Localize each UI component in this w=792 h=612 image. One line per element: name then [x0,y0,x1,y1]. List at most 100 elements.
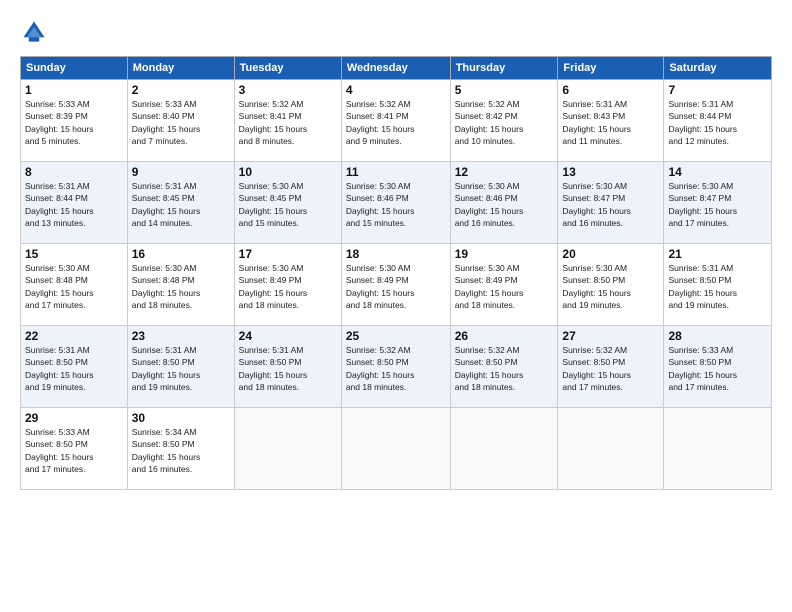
calendar-day-cell: 8Sunrise: 5:31 AM Sunset: 8:44 PM Daylig… [21,162,128,244]
day-info: Sunrise: 5:32 AM Sunset: 8:50 PM Dayligh… [562,344,659,393]
calendar-day-cell [341,408,450,490]
calendar-day-cell: 29Sunrise: 5:33 AM Sunset: 8:50 PM Dayli… [21,408,128,490]
day-info: Sunrise: 5:32 AM Sunset: 8:50 PM Dayligh… [455,344,554,393]
weekday-header: Monday [127,57,234,80]
day-number: 10 [239,165,337,179]
day-info: Sunrise: 5:32 AM Sunset: 8:50 PM Dayligh… [346,344,446,393]
day-number: 9 [132,165,230,179]
day-number: 19 [455,247,554,261]
header [20,18,772,46]
calendar-day-cell: 28Sunrise: 5:33 AM Sunset: 8:50 PM Dayli… [664,326,772,408]
calendar-day-cell: 13Sunrise: 5:30 AM Sunset: 8:47 PM Dayli… [558,162,664,244]
logo-icon [20,18,48,46]
day-number: 20 [562,247,659,261]
day-number: 4 [346,83,446,97]
calendar-day-cell [234,408,341,490]
day-number: 3 [239,83,337,97]
calendar-day-cell: 25Sunrise: 5:32 AM Sunset: 8:50 PM Dayli… [341,326,450,408]
calendar-day-cell: 26Sunrise: 5:32 AM Sunset: 8:50 PM Dayli… [450,326,558,408]
day-number: 18 [346,247,446,261]
day-number: 21 [668,247,767,261]
day-info: Sunrise: 5:31 AM Sunset: 8:50 PM Dayligh… [25,344,123,393]
day-info: Sunrise: 5:34 AM Sunset: 8:50 PM Dayligh… [132,426,230,475]
day-number: 8 [25,165,123,179]
calendar-day-cell: 30Sunrise: 5:34 AM Sunset: 8:50 PM Dayli… [127,408,234,490]
day-info: Sunrise: 5:33 AM Sunset: 8:50 PM Dayligh… [25,426,123,475]
calendar-day-cell: 20Sunrise: 5:30 AM Sunset: 8:50 PM Dayli… [558,244,664,326]
calendar-week-row: 29Sunrise: 5:33 AM Sunset: 8:50 PM Dayli… [21,408,772,490]
calendar-day-cell: 15Sunrise: 5:30 AM Sunset: 8:48 PM Dayli… [21,244,128,326]
day-number: 16 [132,247,230,261]
day-number: 11 [346,165,446,179]
day-info: Sunrise: 5:31 AM Sunset: 8:44 PM Dayligh… [668,98,767,147]
calendar-day-cell: 14Sunrise: 5:30 AM Sunset: 8:47 PM Dayli… [664,162,772,244]
day-number: 30 [132,411,230,425]
day-number: 7 [668,83,767,97]
day-number: 2 [132,83,230,97]
weekday-header: Tuesday [234,57,341,80]
day-info: Sunrise: 5:30 AM Sunset: 8:48 PM Dayligh… [25,262,123,311]
day-info: Sunrise: 5:30 AM Sunset: 8:49 PM Dayligh… [239,262,337,311]
day-number: 6 [562,83,659,97]
day-number: 24 [239,329,337,343]
weekday-header: Friday [558,57,664,80]
day-info: Sunrise: 5:30 AM Sunset: 8:47 PM Dayligh… [668,180,767,229]
day-number: 15 [25,247,123,261]
calendar-day-cell: 22Sunrise: 5:31 AM Sunset: 8:50 PM Dayli… [21,326,128,408]
calendar-day-cell [664,408,772,490]
logo [20,18,52,46]
calendar-day-cell: 17Sunrise: 5:30 AM Sunset: 8:49 PM Dayli… [234,244,341,326]
day-info: Sunrise: 5:32 AM Sunset: 8:41 PM Dayligh… [239,98,337,147]
weekday-header: Saturday [664,57,772,80]
calendar-day-cell: 7Sunrise: 5:31 AM Sunset: 8:44 PM Daylig… [664,80,772,162]
calendar-day-cell: 19Sunrise: 5:30 AM Sunset: 8:49 PM Dayli… [450,244,558,326]
day-info: Sunrise: 5:33 AM Sunset: 8:50 PM Dayligh… [668,344,767,393]
calendar-week-row: 22Sunrise: 5:31 AM Sunset: 8:50 PM Dayli… [21,326,772,408]
calendar-day-cell: 5Sunrise: 5:32 AM Sunset: 8:42 PM Daylig… [450,80,558,162]
calendar-day-cell: 3Sunrise: 5:32 AM Sunset: 8:41 PM Daylig… [234,80,341,162]
calendar-week-row: 15Sunrise: 5:30 AM Sunset: 8:48 PM Dayli… [21,244,772,326]
calendar-day-cell: 11Sunrise: 5:30 AM Sunset: 8:46 PM Dayli… [341,162,450,244]
day-number: 13 [562,165,659,179]
day-info: Sunrise: 5:30 AM Sunset: 8:49 PM Dayligh… [346,262,446,311]
day-info: Sunrise: 5:30 AM Sunset: 8:46 PM Dayligh… [346,180,446,229]
day-number: 27 [562,329,659,343]
day-number: 26 [455,329,554,343]
weekday-header: Wednesday [341,57,450,80]
day-info: Sunrise: 5:32 AM Sunset: 8:42 PM Dayligh… [455,98,554,147]
calendar-day-cell: 12Sunrise: 5:30 AM Sunset: 8:46 PM Dayli… [450,162,558,244]
calendar-day-cell: 27Sunrise: 5:32 AM Sunset: 8:50 PM Dayli… [558,326,664,408]
day-info: Sunrise: 5:33 AM Sunset: 8:39 PM Dayligh… [25,98,123,147]
weekday-header: Sunday [21,57,128,80]
day-info: Sunrise: 5:32 AM Sunset: 8:41 PM Dayligh… [346,98,446,147]
calendar-day-cell: 24Sunrise: 5:31 AM Sunset: 8:50 PM Dayli… [234,326,341,408]
day-info: Sunrise: 5:30 AM Sunset: 8:47 PM Dayligh… [562,180,659,229]
day-info: Sunrise: 5:31 AM Sunset: 8:50 PM Dayligh… [132,344,230,393]
day-number: 14 [668,165,767,179]
day-info: Sunrise: 5:31 AM Sunset: 8:44 PM Dayligh… [25,180,123,229]
day-info: Sunrise: 5:30 AM Sunset: 8:49 PM Dayligh… [455,262,554,311]
calendar-day-cell: 6Sunrise: 5:31 AM Sunset: 8:43 PM Daylig… [558,80,664,162]
day-info: Sunrise: 5:31 AM Sunset: 8:43 PM Dayligh… [562,98,659,147]
calendar-day-cell [558,408,664,490]
calendar-day-cell: 2Sunrise: 5:33 AM Sunset: 8:40 PM Daylig… [127,80,234,162]
day-number: 25 [346,329,446,343]
calendar-day-cell [450,408,558,490]
day-info: Sunrise: 5:30 AM Sunset: 8:50 PM Dayligh… [562,262,659,311]
page: SundayMondayTuesdayWednesdayThursdayFrid… [0,0,792,612]
day-number: 23 [132,329,230,343]
calendar-day-cell: 23Sunrise: 5:31 AM Sunset: 8:50 PM Dayli… [127,326,234,408]
day-info: Sunrise: 5:31 AM Sunset: 8:45 PM Dayligh… [132,180,230,229]
day-number: 29 [25,411,123,425]
day-info: Sunrise: 5:31 AM Sunset: 8:50 PM Dayligh… [668,262,767,311]
day-info: Sunrise: 5:33 AM Sunset: 8:40 PM Dayligh… [132,98,230,147]
day-number: 5 [455,83,554,97]
day-info: Sunrise: 5:30 AM Sunset: 8:48 PM Dayligh… [132,262,230,311]
day-number: 17 [239,247,337,261]
calendar-header-row: SundayMondayTuesdayWednesdayThursdayFrid… [21,57,772,80]
day-number: 22 [25,329,123,343]
calendar-table: SundayMondayTuesdayWednesdayThursdayFrid… [20,56,772,490]
day-info: Sunrise: 5:30 AM Sunset: 8:46 PM Dayligh… [455,180,554,229]
calendar-day-cell: 10Sunrise: 5:30 AM Sunset: 8:45 PM Dayli… [234,162,341,244]
day-number: 28 [668,329,767,343]
